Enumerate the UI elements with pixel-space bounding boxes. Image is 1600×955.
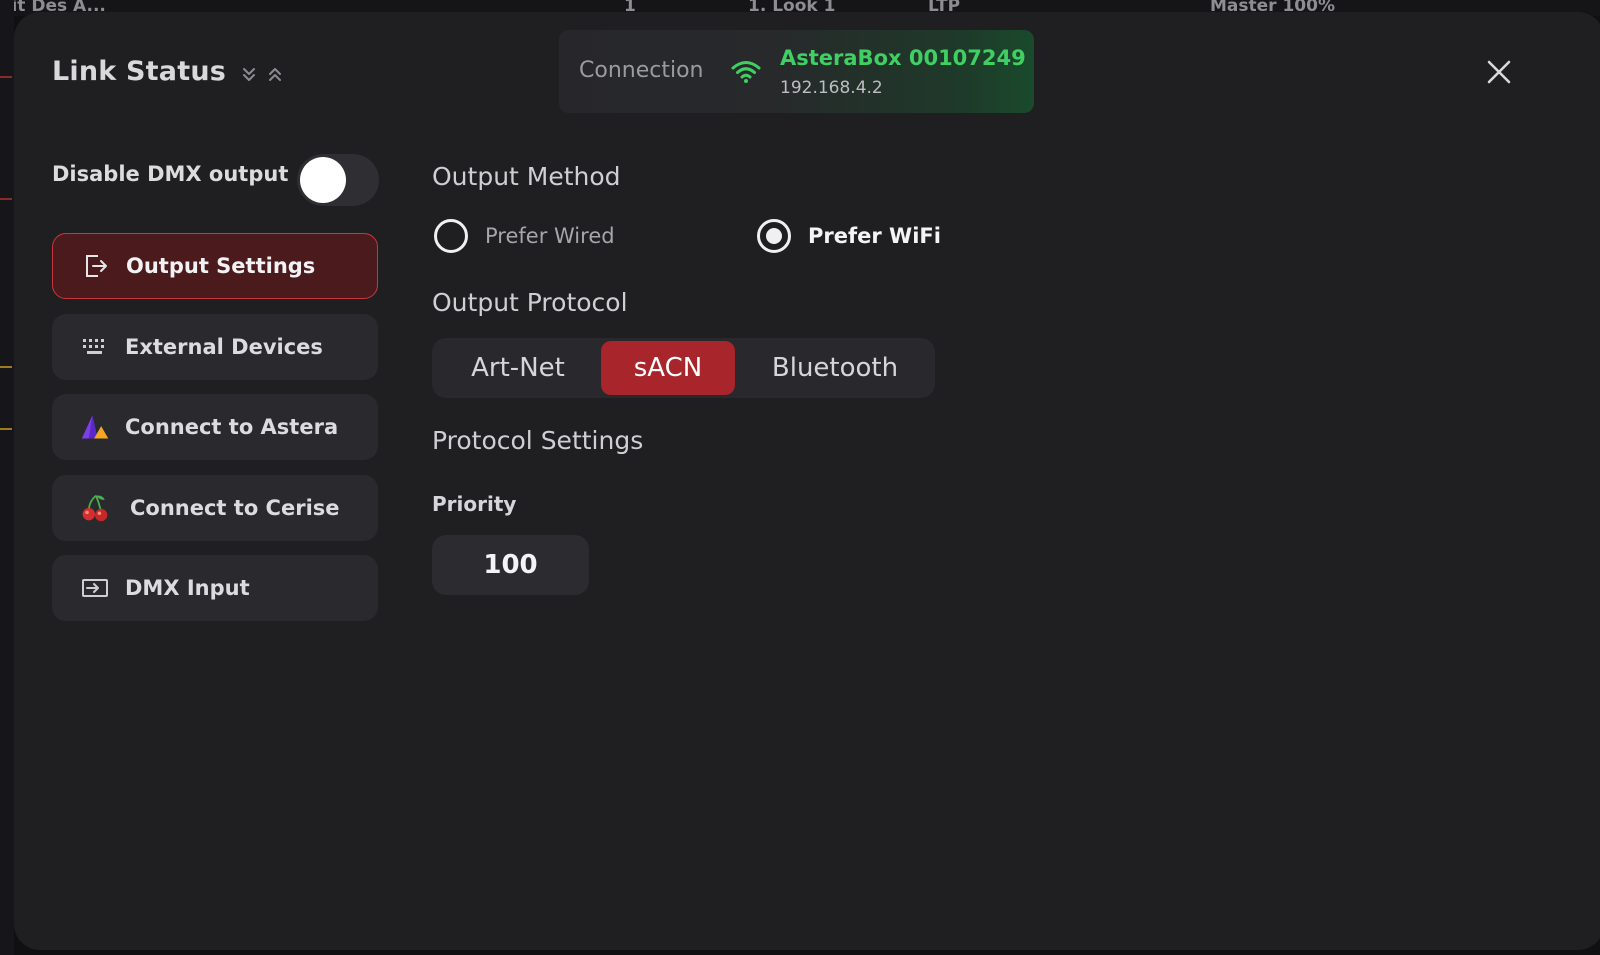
background-panel-edge — [0, 0, 14, 955]
nav-item-label: DMX Input — [125, 576, 250, 600]
protocol-option-art-net[interactable]: Art-Net — [440, 341, 596, 395]
protocol-segmented-control: Art-Net sACN Bluetooth — [432, 338, 935, 398]
background-marker — [0, 366, 12, 368]
keypad-icon — [80, 332, 110, 362]
disable-dmx-toggle[interactable] — [297, 154, 379, 206]
cherry-icon — [80, 493, 110, 523]
priority-label: Priority — [432, 492, 517, 516]
protocol-settings-title: Protocol Settings — [432, 426, 644, 455]
protocol-option-sacn[interactable]: sACN — [601, 341, 735, 395]
nav-item-connect-to-cerise[interactable]: Connect to Cerise — [52, 475, 378, 541]
background-cell: 1 — [624, 0, 636, 16]
nav-item-label: Connect to Astera — [125, 415, 339, 439]
radio-prefer-wifi[interactable]: Prefer WiFi — [757, 218, 941, 254]
output-protocol-title: Output Protocol — [432, 288, 628, 317]
radio-circle — [434, 219, 468, 253]
dialog-title: Link Status — [52, 56, 227, 87]
radio-circle — [757, 219, 791, 253]
chevrons-down-icon[interactable] — [239, 64, 259, 84]
output-icon — [81, 251, 111, 281]
nav-item-connect-to-astera[interactable]: Connect to Astera — [52, 394, 378, 460]
background-marker — [0, 76, 12, 78]
background-marker — [0, 428, 12, 430]
connected-device-ip: 192.168.4.2 — [780, 78, 883, 98]
chevrons-up-icon[interactable] — [265, 64, 285, 84]
connection-status-card: Connection AsteraBox 00107249 192.168.4.… — [559, 30, 1034, 113]
disable-dmx-label: Disable DMX output — [52, 162, 289, 186]
collapse-controls — [239, 64, 285, 84]
radio-prefer-wired[interactable]: Prefer Wired — [434, 218, 615, 254]
nav-item-label: External Devices — [125, 335, 323, 359]
radio-label: Prefer WiFi — [808, 224, 941, 248]
disable-dmx-row: Disable DMX output — [52, 154, 382, 208]
nav-item-label: Connect to Cerise — [130, 496, 340, 520]
background-cell: LTP — [928, 0, 961, 16]
background-cell: ait Des A... — [0, 0, 106, 16]
astera-logo-icon — [80, 412, 110, 442]
connection-label: Connection — [579, 58, 704, 83]
connected-device-name: AsteraBox 00107249 — [780, 46, 1026, 70]
close-icon — [1487, 60, 1511, 84]
radio-label: Prefer Wired — [485, 224, 615, 248]
background-cell: 1. Look 1 — [748, 0, 836, 16]
input-icon — [80, 573, 110, 603]
toggle-knob — [300, 157, 346, 203]
nav-item-output-settings[interactable]: Output Settings — [52, 233, 378, 299]
priority-input[interactable]: 100 — [432, 535, 589, 595]
protocol-option-bluetooth[interactable]: Bluetooth — [740, 341, 930, 395]
close-button[interactable] — [1484, 57, 1514, 87]
output-method-title: Output Method — [432, 162, 621, 191]
background-cell: Master 100% — [1210, 0, 1335, 16]
nav-item-label: Output Settings — [126, 254, 316, 278]
link-status-dialog: Link Status Connection AsteraBox 0010724… — [14, 12, 1600, 950]
nav-item-external-devices[interactable]: External Devices — [52, 314, 378, 380]
wifi-icon — [731, 60, 761, 84]
nav-item-dmx-input[interactable]: DMX Input — [52, 555, 378, 621]
background-marker — [0, 198, 12, 200]
